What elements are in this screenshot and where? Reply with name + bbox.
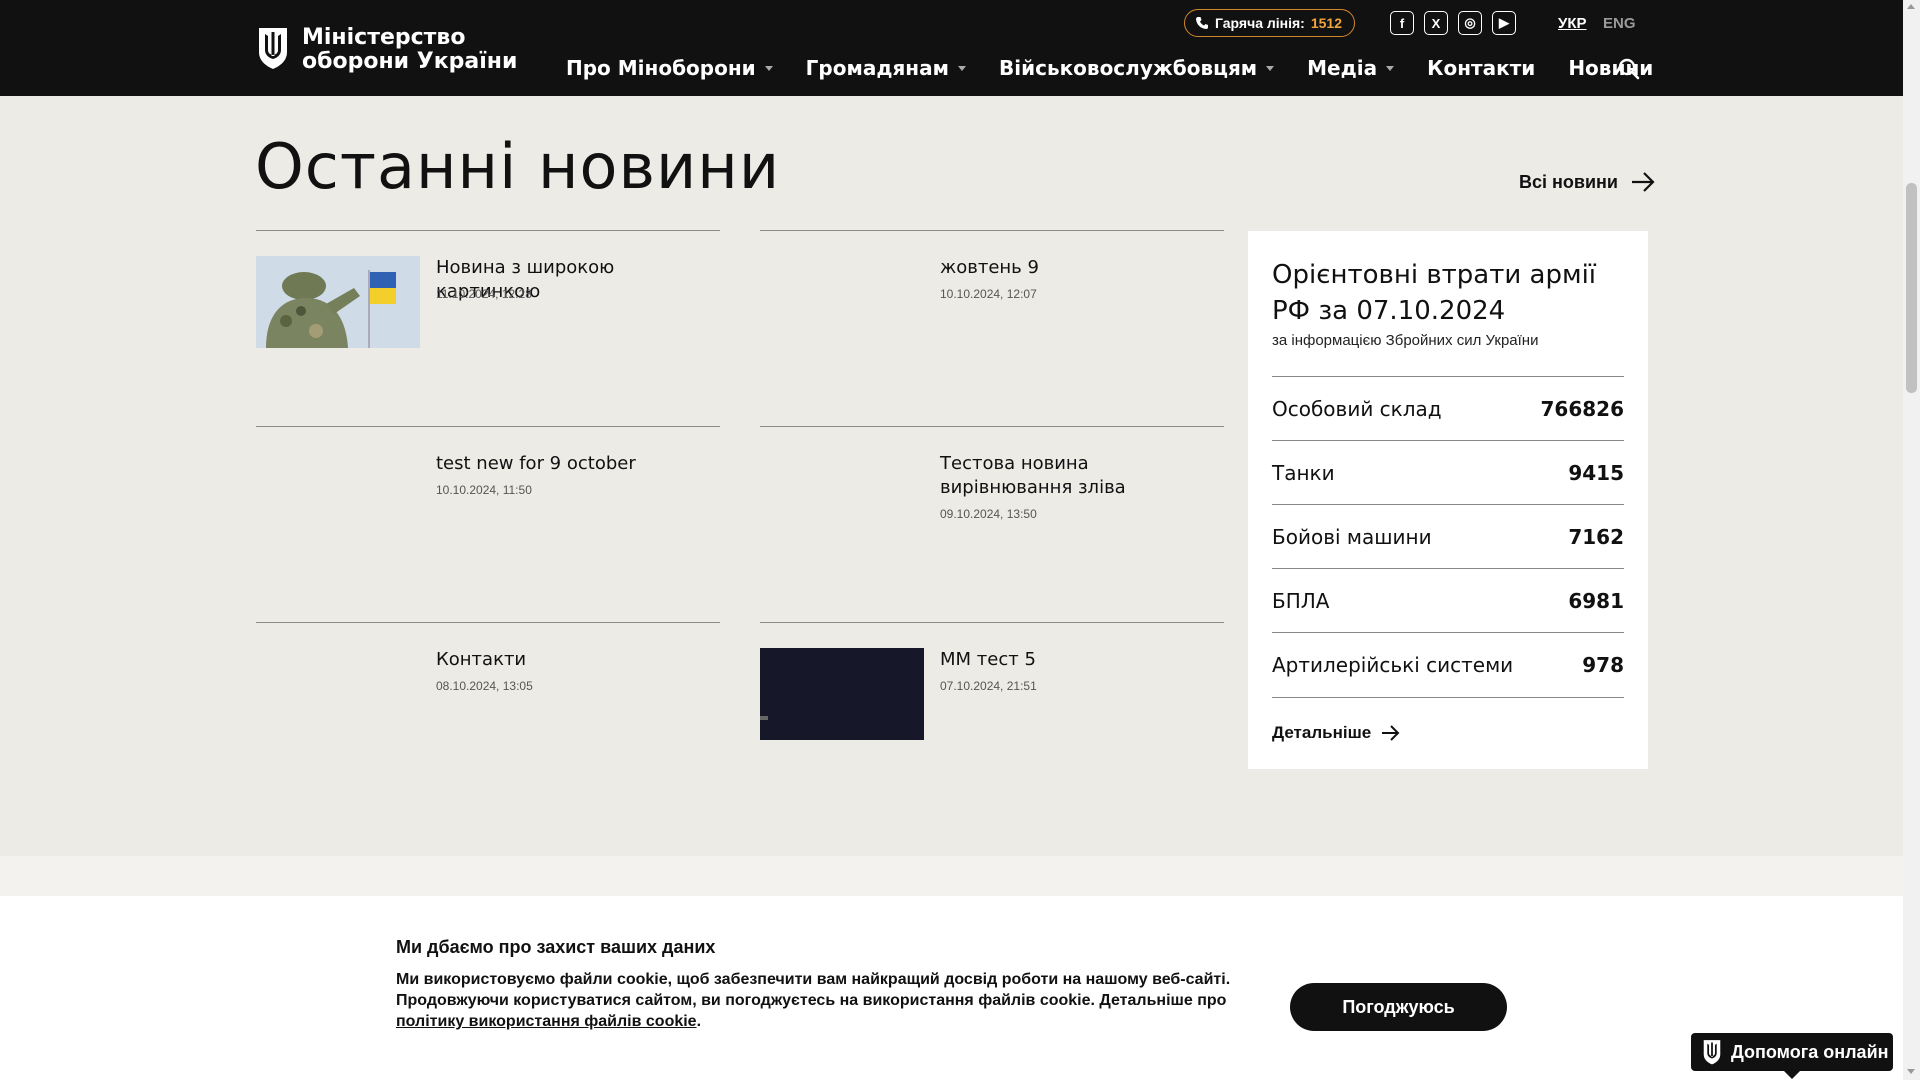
losses-row: Особовий склад 766826 xyxy=(1272,376,1624,440)
news-title[interactable]: Тестова новина вирівнювання зліва xyxy=(940,452,1226,500)
losses-label: Танки xyxy=(1272,460,1335,485)
site-header: Міністерство оборони України Гаряча ліні… xyxy=(0,0,1903,96)
nav-label: Про Міноборони xyxy=(566,56,756,80)
hotline-button[interactable]: Гаряча лінія: 1512 xyxy=(1184,9,1355,37)
logo-line-2: оборони України xyxy=(302,49,518,74)
scroll-up-arrow-icon[interactable] xyxy=(1907,4,1915,9)
lang-ukr[interactable]: УКР xyxy=(1558,15,1587,32)
news-title[interactable]: test new for 9 october xyxy=(436,452,722,476)
news-item[interactable]: ММ тест 5 07.10.2024, 21:51 xyxy=(760,622,1224,818)
news-item[interactable]: Тестова новина вирівнювання зліва 09.10.… xyxy=(760,426,1224,622)
arrow-right-icon xyxy=(1382,725,1400,741)
cookie-text: Ми використовуємо файли cookie, щоб забе… xyxy=(396,969,1256,1032)
losses-value: 7162 xyxy=(1568,524,1624,549)
news-image-soldier-flag xyxy=(256,256,420,348)
hotline-number: 1512 xyxy=(1310,15,1342,31)
losses-label: Артилерійські системи xyxy=(1272,652,1514,677)
scrollbar-track[interactable] xyxy=(1903,0,1920,1080)
section-title: Останні новини xyxy=(255,130,781,203)
facebook-icon[interactable]: f xyxy=(1390,11,1414,35)
news-date: 08.10.2024, 13:05 xyxy=(436,679,533,693)
losses-row: Бойові машини 7162 xyxy=(1272,504,1624,568)
nav-label: Військовослужбовцям xyxy=(998,56,1258,80)
help-label: Допомога онлайн xyxy=(1731,1041,1889,1062)
news-item[interactable]: Контакти 08.10.2024, 13:05 xyxy=(256,622,720,818)
cookie-policy-link[interactable]: політику використання файлів cookie xyxy=(396,1013,697,1030)
cookie-banner: Ми дбаємо про захист ваших даних Ми вико… xyxy=(0,896,1903,1080)
arrow-right-icon xyxy=(1631,172,1655,192)
losses-more-label: Детальніше xyxy=(1272,723,1372,742)
hotline-label: Гаряча лінія: xyxy=(1215,15,1305,31)
divider xyxy=(1272,697,1624,698)
losses-row: Танки 9415 xyxy=(1272,440,1624,504)
losses-card: Орієнтовні втрати армії РФ за 07.10.2024… xyxy=(1248,231,1648,769)
logo-line-1: Міністерство xyxy=(302,25,466,50)
losses-label: БПЛА xyxy=(1272,588,1330,613)
scroll-down-arrow-icon[interactable] xyxy=(1907,1069,1915,1074)
nav-label: Контакти xyxy=(1427,56,1536,80)
news-item[interactable]: test new for 9 october 10.10.2024, 11:50 xyxy=(256,426,720,622)
youtube-icon[interactable]: ▶ xyxy=(1492,11,1516,35)
nav-label: Громадянам xyxy=(805,56,949,80)
scrollbar-thumb[interactable] xyxy=(1906,183,1917,393)
news-date: 07.10.2024, 21:51 xyxy=(940,679,1037,693)
caret-down-icon xyxy=(1386,65,1395,71)
nav-about[interactable]: Про Міноборони xyxy=(566,56,773,80)
news-item[interactable]: жовтень 9 10.10.2024, 12:07 xyxy=(760,230,1224,426)
losses-row: Артилерійські системи 978 xyxy=(1272,632,1624,696)
cookie-title: Ми дбаємо про захист ваших даних xyxy=(396,937,716,957)
news-date: 10.10.2024, 11:50 xyxy=(436,483,532,497)
instagram-icon[interactable]: ◎ xyxy=(1458,11,1482,35)
news-title[interactable]: жовтень 9 xyxy=(940,256,1226,280)
social-links: f X ◎ ▶ xyxy=(1390,11,1516,35)
losses-label: Бойові машини xyxy=(1272,524,1432,549)
help-pointer xyxy=(1783,1070,1801,1079)
nav-military[interactable]: Військовослужбовцям xyxy=(998,56,1275,80)
all-news-link[interactable]: Всі новини xyxy=(1519,171,1656,193)
phone-icon xyxy=(1196,17,1208,29)
lang-eng[interactable]: ENG xyxy=(1603,15,1636,32)
news-date: 09.10.2024, 13:50 xyxy=(940,507,1037,521)
search-icon[interactable] xyxy=(1617,57,1641,81)
news-title[interactable]: Контакти xyxy=(436,648,722,672)
main-nav: Про Міноборони Громадянам Військовослужб… xyxy=(566,56,1686,80)
losses-row: БПЛА 6981 xyxy=(1272,568,1624,632)
site-logo[interactable]: Міністерство оборони України xyxy=(256,26,517,74)
trident-shield-icon xyxy=(1703,1040,1721,1065)
losses-value: 766826 xyxy=(1540,396,1625,421)
all-news-label: Всі новини xyxy=(1519,171,1618,192)
losses-label: Особовий склад xyxy=(1272,396,1442,421)
news-title[interactable]: ММ тест 5 xyxy=(940,648,1226,672)
cookie-suffix: . xyxy=(696,1013,702,1030)
losses-subtitle: за інформацією Збройних сил України xyxy=(1272,332,1539,349)
news-date: 10.10.2024, 12:07 xyxy=(940,287,1037,301)
help-online-button[interactable]: Допомога онлайн xyxy=(1691,1033,1893,1071)
news-image-dark xyxy=(760,648,924,740)
trident-shield-icon xyxy=(259,28,287,69)
accept-cookies-button[interactable]: Погоджуюсь xyxy=(1290,983,1507,1031)
nav-contacts[interactable]: Контакти xyxy=(1427,56,1535,80)
losses-value: 6981 xyxy=(1568,588,1624,613)
caret-down-icon xyxy=(1266,65,1275,71)
nav-label: Медіа xyxy=(1307,56,1378,80)
losses-value: 978 xyxy=(1582,652,1624,677)
news-item[interactable]: Новина з широкою картинкою 11.10.2024, 1… xyxy=(256,230,720,426)
caret-down-icon xyxy=(957,65,966,71)
losses-value: 9415 xyxy=(1568,460,1624,485)
cookie-body: Ми використовуємо файли cookie, щоб забе… xyxy=(396,971,1231,1009)
losses-more-link[interactable]: Детальніше xyxy=(1272,723,1401,743)
x-icon[interactable]: X xyxy=(1424,11,1448,35)
caret-down-icon xyxy=(764,65,773,71)
nav-citizens[interactable]: Громадянам xyxy=(806,56,966,80)
section-divider xyxy=(0,856,1903,896)
nav-media[interactable]: Медіа xyxy=(1307,56,1395,80)
news-date: 11.10.2024, 12:28 xyxy=(436,287,532,301)
losses-title: Орієнтовні втрати армії РФ за 07.10.2024 xyxy=(1272,260,1597,326)
